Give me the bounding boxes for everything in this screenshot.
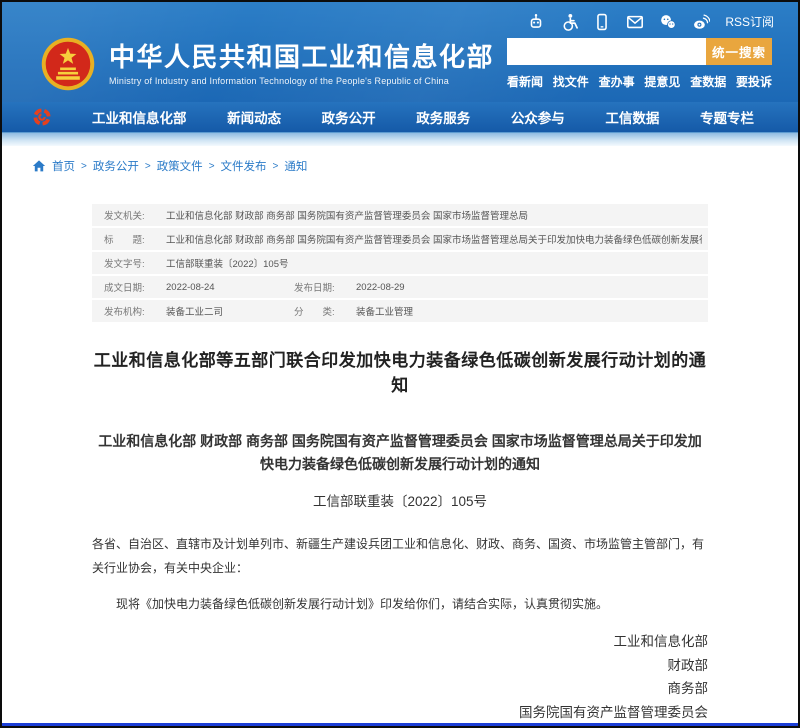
nav-item-data[interactable]: 工信数据 xyxy=(605,107,659,127)
nav-item-participation[interactable]: 公众参与 xyxy=(511,107,565,127)
breadcrumb-home[interactable]: 首页 xyxy=(52,158,75,174)
meta-row-title: 标 题: 工业和信息化部 财政部 商务部 国务院国有资产监督管理委员会 国家市场… xyxy=(92,228,708,250)
breadcrumb-gov-open[interactable]: 政务公开 xyxy=(93,158,139,174)
signature-mof: 财政部 xyxy=(92,654,708,678)
weibo-icon[interactable] xyxy=(692,13,710,31)
wechat-icon[interactable] xyxy=(659,13,677,31)
nav-item-miit[interactable]: 工业和信息化部 xyxy=(92,107,187,127)
nav-substrip xyxy=(2,132,798,146)
signature-sasac: 国务院国有资产监督管理委员会 xyxy=(92,701,708,723)
signature-miit: 工业和信息化部 xyxy=(92,630,708,654)
breadcrumb-file-release[interactable]: 文件发布 xyxy=(221,158,267,174)
topbar: RSS订阅 xyxy=(2,2,798,34)
page-bottom-line xyxy=(2,723,798,726)
signature-block: 工业和信息化部 财政部 商务部 国务院国有资产监督管理委员会 国家市场监督管理总… xyxy=(92,630,708,723)
accessibility-icon[interactable] xyxy=(560,13,578,31)
meta-row-dates: 成文日期: 2022-08-24 发布日期: 2022-08-29 xyxy=(92,276,708,298)
nav-items: 工业和信息化部 新闻动态 政务公开 政务服务 公众参与 工信数据 专题专栏 xyxy=(92,107,764,127)
mail-icon[interactable] xyxy=(626,13,644,31)
meta-row-issuing-org: 发文机关: 工业和信息化部 财政部 商务部 国务院国有资产监督管理委员会 国家市… xyxy=(92,204,708,226)
body-paragraph-recipients: 各省、自治区、直辖市及计划单列市、新疆生产建设兵团工业和信息化、财政、商务、国资… xyxy=(92,532,708,580)
search-input[interactable] xyxy=(507,38,706,65)
org-name-en: Ministry of Industry and Information Tec… xyxy=(109,76,494,86)
meta-row-doc-number: 发文字号: 工信部联重装〔2022〕105号 xyxy=(92,252,708,274)
nav-item-gov-service[interactable]: 政务服务 xyxy=(416,107,470,127)
quick-link-data[interactable]: 查数据 xyxy=(690,73,726,90)
nav-item-topics[interactable]: 专题专栏 xyxy=(700,107,754,127)
site-header: RSS订阅 中华人民共和国工业和信息化部 Ministry of In xyxy=(2,2,798,102)
content: 首页 > 政务公开 > 政策文件 > 文件发布 > 通知 发文机关: 工业和信息… xyxy=(2,146,798,723)
breadcrumb-separator: > xyxy=(273,161,279,172)
brand[interactable]: 中华人民共和国工业和信息化部 Ministry of Industry and … xyxy=(40,36,494,92)
quick-link-complain[interactable]: 要投诉 xyxy=(736,73,772,90)
body-paragraph-directive: 现将《加快电力装备绿色低碳创新发展行动计划》印发给你们，请结合实际，认真贯彻实施… xyxy=(92,592,708,616)
quick-link-services[interactable]: 查办事 xyxy=(599,73,635,90)
document-number: 工信部联重装〔2022〕105号 xyxy=(92,490,708,510)
search-area: 统一搜索 看新闻 找文件 查办事 提意见 查数据 要投诉 xyxy=(507,38,772,90)
mobile-icon[interactable] xyxy=(593,13,611,31)
home-icon[interactable] xyxy=(32,159,46,173)
header-main: 中华人民共和国工业和信息化部 Ministry of Industry and … xyxy=(2,34,798,96)
meta-row-publisher-category: 发布机构: 装备工业二司 分 类: 装备工业管理 xyxy=(92,300,708,322)
page-title: 工业和信息化部等五部门联合印发加快电力装备绿色低碳创新发展行动计划的通知 xyxy=(92,346,708,396)
breadcrumb-separator: > xyxy=(81,161,87,172)
quick-links: 看新闻 找文件 查办事 提意见 查数据 要投诉 xyxy=(507,73,772,90)
nav-item-news[interactable]: 新闻动态 xyxy=(227,107,281,127)
quick-link-suggest[interactable]: 提意见 xyxy=(644,73,680,90)
miit-logo-icon xyxy=(32,107,52,127)
breadcrumb-notice[interactable]: 通知 xyxy=(284,158,307,174)
brand-text: 中华人民共和国工业和信息化部 Ministry of Industry and … xyxy=(109,42,494,86)
breadcrumb-separator: > xyxy=(145,161,151,172)
browser-page: RSS订阅 中华人民共和国工业和信息化部 Ministry of In xyxy=(0,0,800,728)
document-subtitle: 工业和信息化部 财政部 商务部 国务院国有资产监督管理委员会 国家市场监督管理总… xyxy=(92,430,708,476)
document-meta-table: 发文机关: 工业和信息化部 财政部 商务部 国务院国有资产监督管理委员会 国家市… xyxy=(92,204,708,322)
service-robot-icon[interactable] xyxy=(527,13,545,31)
signature-mofcom: 商务部 xyxy=(92,677,708,701)
unified-search-button[interactable]: 统一搜索 xyxy=(706,38,772,65)
breadcrumb-separator: > xyxy=(209,161,215,172)
org-name-cn: 中华人民共和国工业和信息化部 xyxy=(109,42,494,73)
nav-item-gov-open[interactable]: 政务公开 xyxy=(322,107,376,127)
quick-link-files[interactable]: 找文件 xyxy=(553,73,589,90)
breadcrumb-policy-files[interactable]: 政策文件 xyxy=(157,158,203,174)
main-nav: 工业和信息化部 新闻动态 政务公开 政务服务 公众参与 工信数据 专题专栏 xyxy=(2,102,798,132)
rss-link[interactable]: RSS订阅 xyxy=(725,13,774,30)
document: 发文机关: 工业和信息化部 财政部 商务部 国务院国有资产监督管理委员会 国家市… xyxy=(2,204,798,723)
quick-link-news[interactable]: 看新闻 xyxy=(507,73,543,90)
breadcrumb: 首页 > 政务公开 > 政策文件 > 文件发布 > 通知 xyxy=(2,146,798,174)
document-body: 各省、自治区、直辖市及计划单列市、新疆生产建设兵团工业和信息化、财政、商务、国资… xyxy=(92,532,708,616)
national-emblem-icon xyxy=(40,36,96,92)
